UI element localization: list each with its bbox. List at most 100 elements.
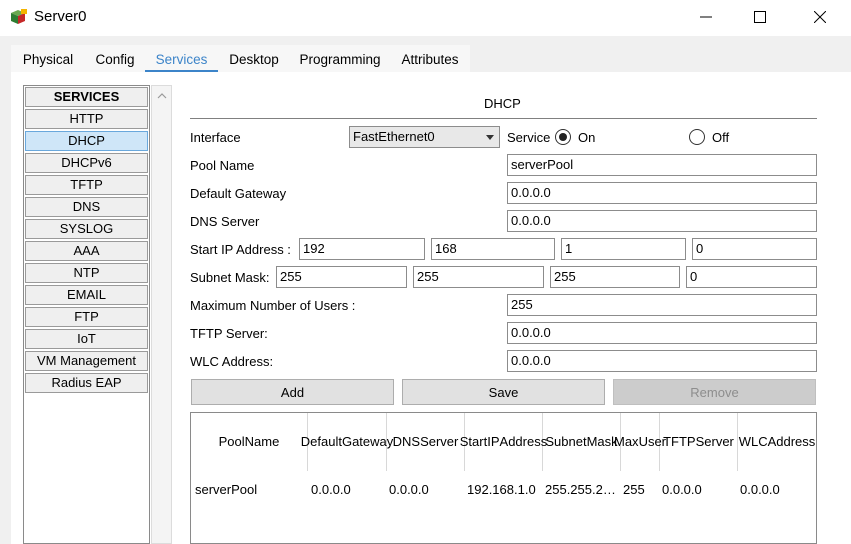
service-on-radio[interactable] [555,129,571,145]
service-item-vm-management[interactable]: VM Management [25,351,148,371]
max-users-label: Maximum Number of Users : [190,298,356,313]
start-ip-octet-2[interactable]: 168 [431,238,555,260]
header-text: TFTP [663,434,696,449]
maximize-icon [754,11,766,23]
service-item-tftp[interactable]: TFTP [25,175,148,195]
start-ip-octet-1[interactable]: 192 [299,238,425,260]
service-item-dns[interactable]: DNS [25,197,148,217]
tab-config[interactable]: Config [85,45,145,72]
service-item-ftp[interactable]: FTP [25,307,148,327]
table-cell-dns-server[interactable]: 0.0.0.0 [389,482,463,497]
subnet-mask-label: Subnet Mask: [190,270,270,285]
window-title: Server0 [34,8,87,25]
table-cell-subnet-mask[interactable]: 255.255.2… [545,482,619,497]
header-text: Subnet [545,434,587,449]
header-text: WLC [738,434,768,449]
scroll-up-button[interactable] [152,86,171,106]
header-text: DNS [392,434,421,449]
interface-label: Interface [190,130,241,145]
header-text: Address [767,434,816,449]
table-cell-max-user[interactable]: 255 [623,482,659,497]
max-users-input[interactable]: 255 [507,294,817,316]
service-item-email[interactable]: EMAIL [25,285,148,305]
header-text: Pool [218,434,245,449]
tftp-server-label: TFTP Server: [190,326,268,341]
table-cell-pool-name[interactable]: serverPool [195,482,305,497]
minimize-icon [700,16,712,18]
tab-programming[interactable]: Programming [290,45,390,72]
service-item-iot[interactable]: IoT [25,329,148,349]
wlc-address-label: WLC Address: [190,354,274,369]
dropdown-arrow-icon [486,135,494,140]
subnet-mask-octet-2[interactable]: 255 [413,266,544,288]
header-text: Gateway [341,434,394,449]
close-button[interactable] [797,0,843,34]
default-gateway-label: Default Gateway [190,186,287,201]
table-cell-tftp-server[interactable]: 0.0.0.0 [662,482,736,497]
services-scrollbar[interactable] [151,85,172,544]
close-icon [814,11,826,23]
header-text: Default [300,434,342,449]
subnet-mask-octet-4[interactable]: 0 [686,266,817,288]
maximize-button[interactable] [737,0,783,34]
service-off-radio[interactable] [689,129,705,145]
service-item-dhcp[interactable]: DHCP [25,131,148,151]
table-header-subnet-mask[interactable]: Subnet Mask [543,413,621,471]
default-gateway-input[interactable]: 0.0.0.0 [507,182,817,204]
table-cell-wlc-address[interactable]: 0.0.0.0 [740,482,814,497]
interface-select-value: FastEthernet0 [353,129,435,144]
service-off-label: Off [712,130,730,145]
dhcp-title: DHCP [484,96,521,111]
save-button[interactable]: Save [402,379,605,405]
table-header-pool-name[interactable]: Pool Name [191,413,308,471]
service-on-label: On [578,130,596,145]
table-header-max-user[interactable]: Max User [614,413,666,471]
service-item-syslog[interactable]: SYSLOG [25,219,148,239]
service-item-aaa[interactable]: AAA [25,241,148,261]
subnet-mask-octet-1[interactable]: 255 [276,266,407,288]
start-ip-octet-3[interactable]: 1 [561,238,686,260]
tab-physical[interactable]: Physical [11,45,85,72]
header-text: Server [420,434,459,449]
service-item-dhcpv6[interactable]: DHCPv6 [25,153,148,173]
service-item-ntp[interactable]: NTP [25,263,148,283]
remove-button[interactable]: Remove [613,379,816,405]
radio-selected-dot [559,133,567,141]
header-text: IP [487,434,500,449]
services-header: SERVICES [25,87,148,107]
start-ip-octet-4[interactable]: 0 [692,238,817,260]
pool-name-label: Pool Name [190,158,255,173]
tab-bar: Physical Config Services Desktop Program… [11,45,470,72]
table-header-dns-server[interactable]: DNS Server [387,413,465,471]
header-text: Max [614,434,639,449]
table-header-wlc-address[interactable]: WLC Address [738,413,816,471]
table-header-default-gateway[interactable]: Default Gateway [301,413,393,471]
title-bar: Server0 [0,0,851,36]
minimize-button[interactable] [683,0,729,34]
header-text: Server [695,434,734,449]
service-item-radius-eap[interactable]: Radius EAP [25,373,148,393]
tftp-server-input[interactable]: 0.0.0.0 [507,322,817,344]
header-text: Mask [586,434,618,449]
header-text: Address [499,434,548,449]
dns-server-input[interactable]: 0.0.0.0 [507,210,817,232]
tab-desktop[interactable]: Desktop [218,45,290,72]
wlc-address-input[interactable]: 0.0.0.0 [507,350,817,372]
service-item-http[interactable]: HTTP [25,109,148,129]
pool-table: Pool Name Default Gateway DNS Server Start I… [190,412,817,544]
service-label: Service [507,130,551,145]
title-divider [190,118,817,119]
table-header-tftp-server[interactable]: TFTP Server [660,413,738,471]
subnet-mask-octet-3[interactable]: 255 [550,266,680,288]
table-cell-default-gateway[interactable]: 0.0.0.0 [311,482,385,497]
dns-server-label: DNS Server [190,214,260,229]
table-cell-start-ip[interactable]: 192.168.1.0 [467,482,543,497]
pool-name-input[interactable]: serverPool [507,154,817,176]
server-icon [9,8,29,26]
tab-attributes[interactable]: Attributes [390,45,470,72]
tab-services[interactable]: Services [145,45,218,72]
table-header-start-ip[interactable]: Start IP Address [460,413,547,471]
interface-select[interactable]: FastEthernet0 [349,126,500,148]
start-ip-label: Start IP Address : [190,242,291,257]
add-button[interactable]: Add [191,379,394,405]
